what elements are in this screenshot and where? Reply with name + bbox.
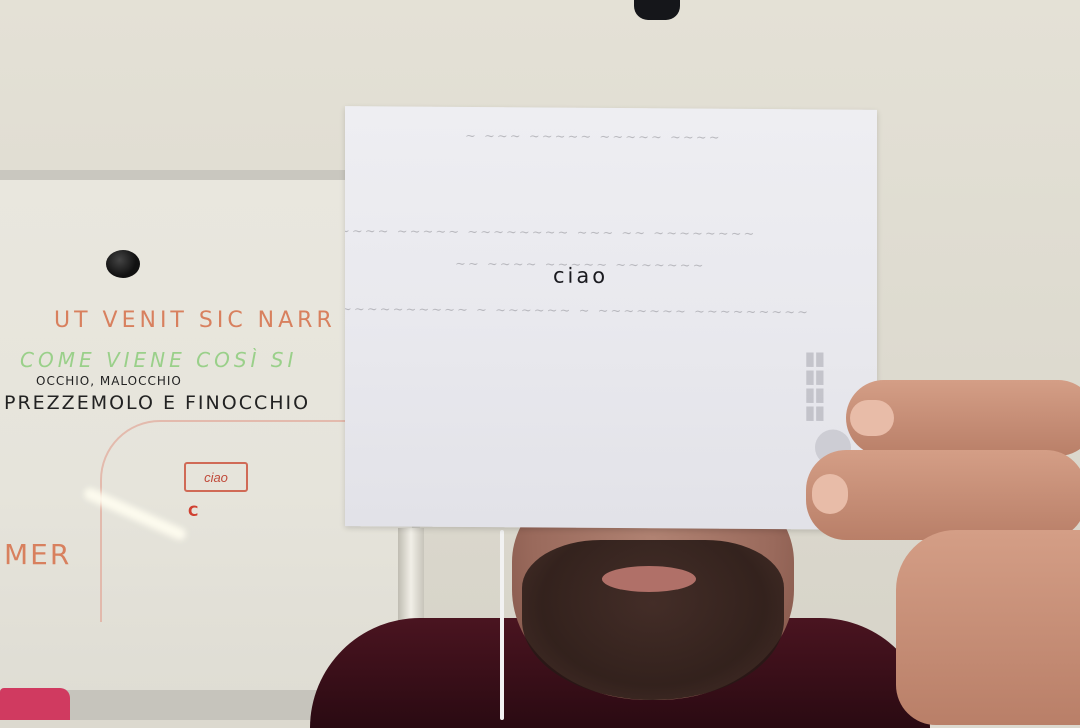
ceiling-sensor <box>634 0 680 20</box>
paper-bleed-through-text: ~ ~~~ ~~~~~ ~~~~~ ~~~~ <box>465 128 722 146</box>
palm <box>896 530 1080 725</box>
person-beard <box>522 540 784 700</box>
red-object <box>0 688 70 720</box>
whiteboard-boxed-word: ciao <box>184 462 248 492</box>
paper-bleed-through-text: ~~~~ ~~~~~ ~~~~~~~~ ~~~ ~~ ~~~~~~~~ <box>345 224 757 243</box>
held-paper-sheet: ~ ~~~ ~~~~~ ~~~~~ ~~~~ ~~~~ ~~~~~ ~~~~~~… <box>345 106 877 530</box>
whiteboard-line-5: MER <box>4 538 72 571</box>
whiteboard-line-4: PREZZEMOLO E FINOCCHIO <box>4 392 311 414</box>
whiteboard-line-1: UT VENIT SIC NARR <box>54 308 336 333</box>
fingernail <box>850 400 894 436</box>
whiteboard-small-letter: C <box>188 504 203 520</box>
paper-bleed-through-text: ~~~~~~~~~~ ~ ~~~~~~ ~ ~~~~~~~ ~~~~~~~~~ <box>345 302 811 321</box>
person-lips <box>602 566 696 592</box>
earbud-cable <box>500 530 504 720</box>
person-hand <box>806 380 1080 725</box>
fingernail <box>812 474 848 514</box>
whiteboard-magnet <box>106 250 140 278</box>
whiteboard-line-3: OCCHIO, MALOCCHIO <box>36 374 182 388</box>
whiteboard-line-2: COME VIENE COSÌ SI <box>20 348 298 372</box>
paper-handwritten-word: ciao <box>553 263 609 288</box>
